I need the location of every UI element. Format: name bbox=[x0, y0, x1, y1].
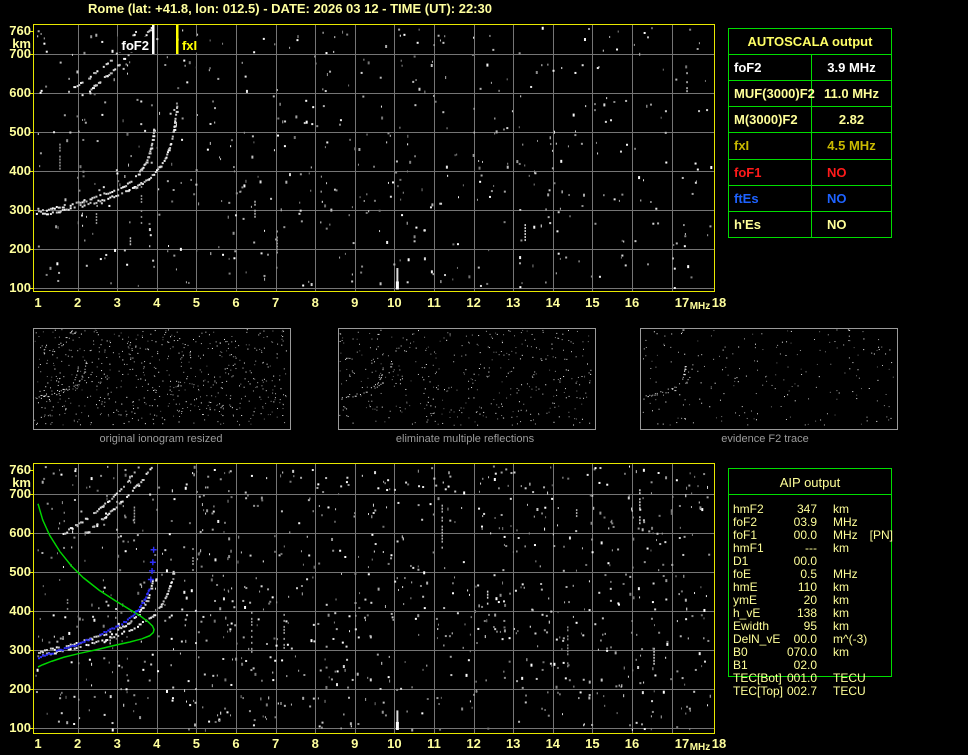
thumbnail-canvas bbox=[34, 329, 288, 427]
row-label: foF2 bbox=[729, 55, 812, 81]
x-tick-label: 10 bbox=[387, 736, 402, 751]
row-value: 4.5 MHz bbox=[827, 138, 876, 154]
table-row: ftEs NO bbox=[729, 185, 891, 212]
station-title: Rome (lat: +41.8, lon: 012.5) - DATE: 20… bbox=[88, 1, 492, 16]
x-tick-label: 14 bbox=[545, 295, 561, 310]
aip-table-header-divider bbox=[728, 494, 892, 495]
row-label: MUF(3000)F2 bbox=[729, 81, 815, 107]
thumbnail-canvas bbox=[339, 329, 593, 427]
y-tick-label: 600 bbox=[9, 524, 31, 540]
x-tick-label: 18 bbox=[711, 736, 727, 751]
aip-unit: TECU bbox=[833, 684, 866, 698]
autoscala-screen: Rome (lat: +41.8, lon: 012.5) - DATE: 20… bbox=[0, 0, 968, 755]
thumbnail-canvas bbox=[641, 329, 895, 427]
aip-unit: km bbox=[833, 541, 849, 555]
thumbnail-original-ionogram bbox=[33, 328, 291, 430]
x-tick-label: 18 bbox=[711, 295, 727, 310]
aip-flag: [PN] bbox=[869, 528, 894, 542]
x-tick-label: 1 bbox=[34, 736, 42, 751]
y-tick-label: 400 bbox=[9, 602, 31, 618]
x-tick-label: 2 bbox=[73, 736, 82, 751]
table-row: h'Es NO bbox=[729, 211, 891, 237]
table-row: fxI 4.5 MHz bbox=[729, 133, 891, 160]
table-row: M(3000)F2 2.82 bbox=[729, 107, 891, 134]
y-tick-label: 300 bbox=[9, 201, 31, 217]
table-row: foF1 NO bbox=[729, 159, 891, 186]
thumbnail-eliminate-reflections bbox=[338, 328, 596, 430]
row-value: NO bbox=[827, 190, 847, 206]
row-value: 2.82 bbox=[838, 112, 865, 128]
y-tick-label: 500 bbox=[9, 123, 31, 139]
x-tick-label: 13 bbox=[505, 295, 521, 310]
thumbnail-caption: eliminate multiple reflections bbox=[395, 433, 535, 445]
y-tick-label: 600 bbox=[9, 84, 31, 100]
x-tick-label: 11 bbox=[427, 295, 441, 310]
y-axis-unit-label: km bbox=[12, 36, 31, 51]
x-tick-label: 5 bbox=[192, 295, 201, 310]
row-value: NO bbox=[827, 164, 847, 180]
thumbnail-caption: evidence F2 trace bbox=[721, 433, 809, 445]
x-tick-label: 8 bbox=[311, 295, 319, 310]
table-row: MUF(3000)F2 11.0 MHz bbox=[729, 81, 891, 108]
x-tick-label: 4 bbox=[153, 736, 161, 751]
x-tick-label: 7 bbox=[271, 295, 280, 310]
x-tick-label: 4 bbox=[153, 295, 161, 310]
x-tick-label: 11 bbox=[427, 736, 441, 751]
x-axis-unit-label: MHz bbox=[689, 742, 711, 753]
x-tick-label: 5 bbox=[192, 736, 201, 751]
x-tick-label: 15 bbox=[585, 295, 600, 310]
x-tick-label: 9 bbox=[351, 295, 359, 310]
x-tick-label: 12 bbox=[466, 295, 481, 310]
x-tick-label: 16 bbox=[624, 736, 640, 751]
x-tick-label: 15 bbox=[585, 736, 600, 751]
autoscala-output-table: AUTOSCALA output foF2 3.9 MHz MUF(3000)F2 1… bbox=[728, 28, 892, 238]
row-value: 3.9 MHz bbox=[827, 60, 876, 76]
x-tick-label: 3 bbox=[113, 295, 121, 310]
aip-table-header: AIP output bbox=[779, 474, 841, 490]
bottom-ionogram-canvas bbox=[28, 459, 718, 738]
row-label: h'Es bbox=[729, 211, 812, 237]
x-tick-label: 7 bbox=[271, 736, 280, 751]
row-value: NO bbox=[827, 216, 847, 232]
table-row: foF2 3.9 MHz bbox=[729, 55, 891, 82]
x-tick-label: 6 bbox=[232, 295, 240, 310]
thumbnail-evidence-f2 bbox=[640, 328, 898, 430]
x-tick-label: 17 bbox=[674, 736, 690, 751]
row-label: ftEs bbox=[729, 185, 812, 211]
y-axis-unit-label: km bbox=[12, 475, 31, 490]
top-ionogram-canvas bbox=[28, 20, 718, 296]
y-tick-label: 100 bbox=[9, 720, 31, 735]
aip-value: 002.7 bbox=[787, 684, 818, 698]
thumbnail-caption: original ionogram resized bbox=[99, 433, 223, 445]
x-tick-label: 12 bbox=[466, 736, 481, 751]
x-tick-label: 2 bbox=[73, 295, 82, 310]
row-label: M(3000)F2 bbox=[729, 107, 812, 133]
x-tick-label: 13 bbox=[505, 736, 521, 751]
y-tick-label: 200 bbox=[9, 240, 31, 256]
y-tick-label: 100 bbox=[9, 279, 31, 295]
autoscala-table-header: AUTOSCALA output bbox=[729, 29, 891, 55]
x-tick-label: 9 bbox=[351, 736, 359, 751]
aip-unit: km bbox=[833, 645, 850, 659]
x-tick-label: 14 bbox=[545, 736, 561, 751]
row-label: fxI bbox=[729, 133, 812, 159]
y-tick-label: 500 bbox=[9, 563, 31, 579]
aip-table-rows: hmF2 347 km foF2 03.9 MHz foF1 00.0 MHz [PN] hmF1-… bbox=[733, 503, 894, 698]
x-tick-label: 10 bbox=[387, 295, 402, 310]
row-value: 11.0 MHz bbox=[824, 86, 879, 102]
row-label: foF1 bbox=[729, 159, 812, 185]
x-tick-label: 16 bbox=[624, 295, 640, 310]
y-tick-label: 300 bbox=[9, 641, 31, 657]
x-tick-label: 17 bbox=[674, 295, 690, 310]
x-tick-label: 6 bbox=[232, 736, 240, 751]
x-axis-unit-label: MHz bbox=[689, 301, 711, 312]
aip-row: TEC[Top] 002.7 TECU bbox=[733, 685, 891, 698]
y-tick-label: 400 bbox=[9, 162, 31, 178]
aip-label: TEC[Top] bbox=[733, 684, 784, 698]
x-tick-label: 3 bbox=[113, 736, 121, 751]
x-tick-label: 8 bbox=[311, 736, 319, 751]
x-tick-label: 1 bbox=[34, 295, 42, 310]
y-tick-label: 200 bbox=[9, 680, 31, 696]
